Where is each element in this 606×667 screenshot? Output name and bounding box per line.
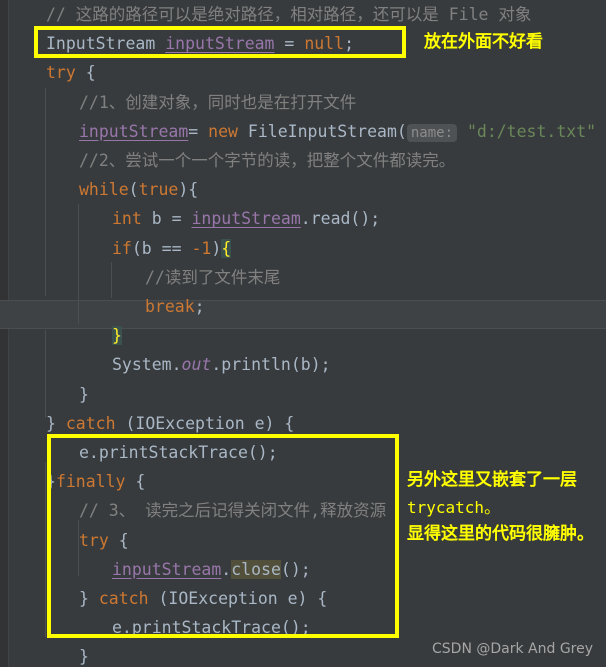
code-token: catch: [98, 589, 149, 608]
code-line[interactable]: if(b == -1){: [112, 234, 232, 263]
code-line[interactable]: inputStream= new FileInputStream(name: "…: [79, 117, 596, 146]
code-token: {: [108, 530, 129, 550]
code-token: break: [145, 297, 195, 316]
code-line[interactable]: } catch (IOException e) {: [79, 584, 327, 613]
code-token: try: [79, 530, 109, 550]
code-line[interactable]: }: [79, 380, 89, 409]
code-token: out: [181, 355, 212, 375]
editor-gutter[interactable]: [0, 0, 9, 667]
code-token: "d:/test.txt": [457, 121, 597, 141]
code-line[interactable]: break;: [145, 292, 205, 321]
code-line[interactable]: // 这路的路径可以是绝对路径，相对路径，还可以是 File 对象: [46, 0, 531, 29]
code-token: name:: [406, 123, 458, 142]
code-token: catch: [65, 413, 116, 433]
code-token: {: [75, 63, 96, 83]
code-token: ){: [178, 180, 199, 200]
code-token: close: [231, 559, 281, 579]
code-token: System.: [112, 355, 182, 375]
code-token: while: [79, 180, 129, 200]
code-token: true: [138, 180, 179, 200]
code-token: try: [46, 63, 76, 83]
code-line[interactable]: InputStream inputStream = null;: [46, 29, 354, 58]
code-line[interactable]: while(true){: [79, 175, 198, 204]
code-line[interactable]: // 3、 读完之后记得关闭文件,释放资源: [79, 496, 386, 525]
code-editor-screenshot: // 这路的路径可以是绝对路径，相对路径，还可以是 File 对象 InputSt…: [0, 0, 606, 667]
code-line[interactable]: //读到了文件末尾: [145, 263, 280, 292]
code-token: new: [208, 121, 238, 141]
code-token: ;: [194, 297, 205, 316]
code-line[interactable]: e.printStackTrace();: [112, 613, 311, 642]
code-line[interactable]: try {: [79, 526, 129, 555]
annotation-note-bottom-line3: 显得这里的代码很臃肿。: [407, 524, 594, 544]
code-line[interactable]: try {: [46, 58, 96, 87]
code-token: =: [188, 121, 209, 141]
code-token: {: [221, 238, 232, 258]
code-token: finally: [55, 472, 126, 492]
code-line[interactable]: }: [79, 642, 89, 667]
code-token: //读到了文件末尾: [145, 267, 281, 287]
code-token: // 这路的路径可以是绝对路径，相对路径，还可以是 File 对象: [46, 5, 532, 24]
code-line[interactable]: }: [112, 321, 122, 350]
indent-guide: [111, 262, 112, 298]
code-token: InputStream: [46, 34, 166, 54]
editor-line-number-strip[interactable]: [9, 0, 33, 667]
code-token: FileInputStream(: [237, 121, 407, 141]
code-token: =: [274, 34, 305, 54]
code-line[interactable]: }finally {: [46, 467, 145, 496]
indent-guide: [78, 204, 79, 324]
code-line[interactable]: } catch (IOException e) {: [46, 409, 294, 438]
code-token: (IOException e) {: [115, 413, 295, 433]
code-token: }: [79, 647, 89, 667]
code-token: e.printStackTrace();: [112, 618, 311, 638]
code-token: ;: [344, 34, 354, 54]
code-line[interactable]: System.out.println(b);: [112, 350, 331, 379]
code-token: .read();: [300, 209, 381, 229]
code-token: ): [211, 238, 222, 258]
code-token: inputStream: [79, 121, 189, 141]
code-token: (: [128, 180, 139, 200]
indent-guide: [45, 330, 46, 418]
code-token: inputStream: [112, 559, 222, 579]
code-line[interactable]: inputStream.close();: [112, 555, 311, 584]
csdn-watermark: CSDN @Dark And Grey: [432, 641, 594, 657]
code-line[interactable]: //2、尝试一个一个字节的读，把整个文件都读完。: [79, 146, 455, 175]
annotation-note-top: 放在外面不好看: [424, 32, 543, 52]
code-token: .println(b);: [211, 355, 331, 375]
code-token: null: [304, 34, 345, 54]
code-token: }: [79, 384, 89, 404]
code-token: }: [46, 472, 56, 492]
code-token: }: [112, 326, 122, 346]
code-token: ();: [280, 559, 311, 579]
code-token: e.printStackTrace();: [79, 443, 278, 462]
code-token: if: [112, 238, 132, 258]
code-line[interactable]: int b = inputStream.read();: [112, 204, 380, 233]
code-token: -1: [191, 238, 212, 258]
code-token: }: [79, 589, 99, 608]
code-token: inputStream: [165, 34, 275, 54]
indent-guide: [45, 88, 46, 296]
code-token: (IOException e) {: [148, 589, 328, 608]
code-token: .: [221, 559, 232, 579]
code-token: // 3、 读完之后记得关闭文件,释放资源: [79, 501, 387, 521]
code-token: //2、尝试一个一个字节的读，把整个文件都读完。: [79, 151, 456, 170]
code-token: b =: [141, 209, 192, 229]
code-token: int: [112, 209, 142, 229]
code-line[interactable]: e.printStackTrace();: [79, 438, 278, 467]
annotation-note-bottom-line2: trycatch。: [407, 498, 501, 517]
code-token: inputStream: [191, 209, 301, 229]
code-token: {: [125, 472, 146, 492]
annotation-note-bottom-line1: 另外这里又嵌套了一层: [407, 470, 577, 490]
code-token: //1、创建对象，同时也是在打开文件: [79, 92, 357, 112]
code-token: (b ==: [131, 238, 192, 258]
code-token: }: [46, 413, 66, 433]
code-line[interactable]: //1、创建对象，同时也是在打开文件: [79, 88, 356, 117]
current-line-highlight: [0, 300, 606, 329]
